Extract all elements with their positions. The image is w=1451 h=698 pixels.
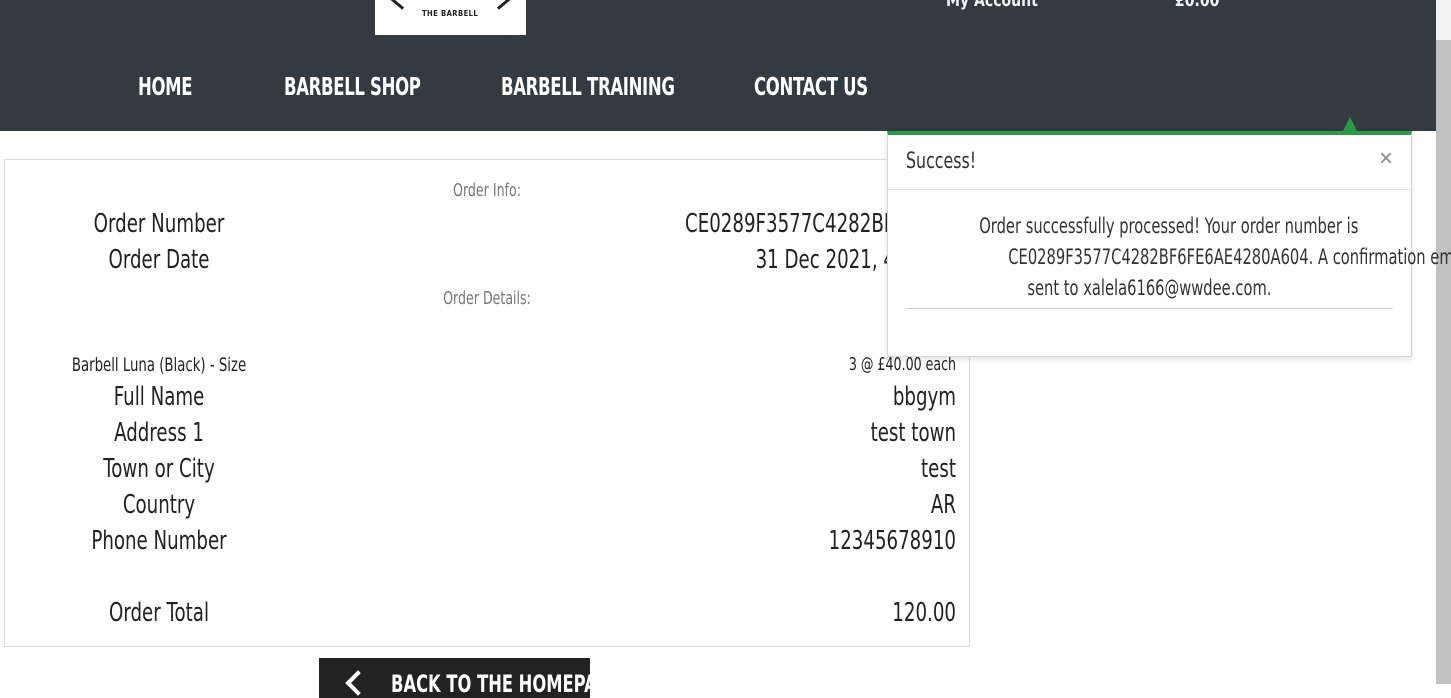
back-to-homepage-button[interactable]: BACK TO THE HOMEPAGE: [319, 658, 621, 698]
toast-message: Order successfully processed! Your order…: [898, 211, 1451, 304]
nav-contact-us[interactable]: CONTACT US: [754, 72, 868, 101]
toast-bottom-rule: [906, 308, 1393, 309]
site-header: THE BARBELL My Account £0.00 HOME BARBEL…: [0, 0, 1436, 131]
nav-home[interactable]: HOME: [138, 72, 193, 101]
basket-total-link[interactable]: £0.00: [1175, 0, 1219, 11]
address-label: Address 1: [114, 418, 204, 448]
toast-message-line-2: CE0289F3577C4282BF6FE6AE4280A604. A conf…: [1008, 245, 1451, 269]
order-number-label: Order Number: [93, 209, 225, 239]
site-logo[interactable]: THE BARBELL: [375, 0, 526, 35]
back-to-homepage-label: BACK TO THE HOMEPAGE: [391, 670, 622, 698]
address-value: test town: [870, 418, 956, 448]
full-name-label: Full Name: [113, 382, 205, 412]
order-summary-table: Order Info: Order Number CE0289F3577C428…: [4, 159, 1057, 647]
order-details-heading: Order Details:: [443, 288, 531, 309]
phone-label: Phone Number: [91, 526, 227, 556]
my-account-link[interactable]: My Account: [946, 0, 1038, 11]
toast-divider: [888, 189, 1411, 190]
chevron-left-icon: [345, 670, 371, 696]
logo-barbell-left-icon: [389, 0, 405, 10]
toast-message-line-3: sent to xalela6166@wwdee.com.: [1027, 276, 1272, 300]
nav-barbell-training[interactable]: BARBELL TRAINING: [501, 72, 675, 101]
country-value: AR: [930, 490, 956, 520]
logo-text: THE BARBELL: [422, 9, 479, 18]
order-date-label: Order Date: [108, 245, 210, 275]
town-label: Town or City: [103, 454, 215, 484]
order-item-label: Barbell Luna (Black) - Size: [71, 354, 247, 376]
order-total-value: 120.00: [892, 598, 956, 628]
full-name-value: bbgym: [892, 382, 956, 412]
order-item-value: 3 @ £40.00 each: [848, 354, 956, 375]
page-scrollbar-thumb[interactable]: [1436, 40, 1451, 684]
toast-pointer-icon: [1343, 117, 1357, 131]
phone-value: 12345678910: [828, 526, 956, 556]
order-total-label: Order Total: [108, 598, 210, 628]
town-value: test: [921, 454, 956, 484]
toast-message-line-1: Order successfully processed! Your order…: [979, 214, 1359, 238]
toast-title: Success!: [906, 149, 977, 174]
order-date-value: 31 Dec 2021, 4: [755, 245, 895, 275]
close-icon[interactable]: ×: [1379, 145, 1393, 173]
order-info-heading: Order Info:: [453, 180, 521, 201]
nav-barbell-shop[interactable]: BARBELL SHOP: [284, 72, 421, 101]
country-label: Country: [122, 490, 196, 520]
success-toast: Success! × Order successfully processed!…: [887, 131, 1451, 357]
logo-barbell-right-icon: [496, 0, 512, 10]
